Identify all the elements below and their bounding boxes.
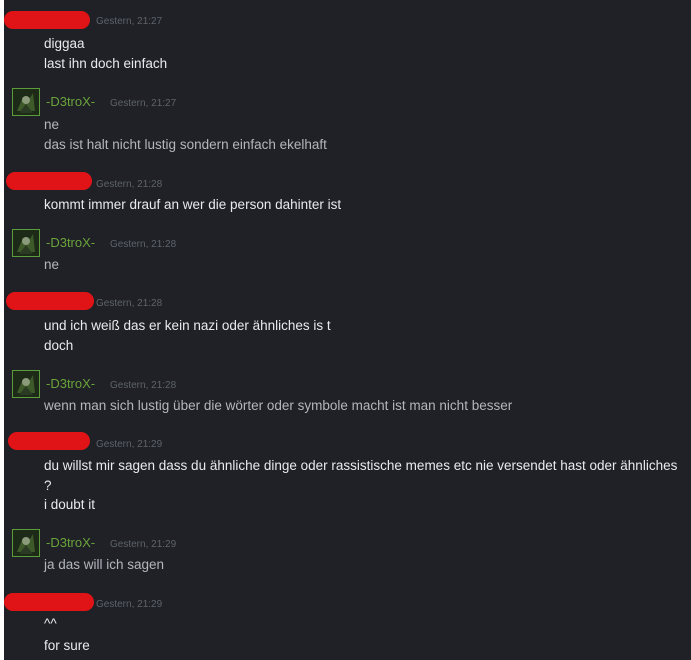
message-text: ne xyxy=(44,117,60,132)
message-timestamp: Gestern, 21:28 xyxy=(110,380,177,391)
message-text: ^^ xyxy=(44,616,57,631)
message-text: i doubt it xyxy=(44,497,96,512)
message-text: wenn man sich lustig über die wörter ode… xyxy=(44,398,513,413)
message-timestamp: Gestern, 21:28 xyxy=(110,239,177,250)
message-timestamp: Gestern, 21:28 xyxy=(96,298,163,309)
avatar[interactable] xyxy=(12,529,40,557)
avatar[interactable] xyxy=(12,370,40,398)
message-timestamp: Gestern, 21:28 xyxy=(96,179,163,190)
message-text: du willst mir sagen dass du ähnliche din… xyxy=(44,458,678,493)
message-text: ja das will ich sagen xyxy=(44,557,165,572)
message-author[interactable]: -D3troX- xyxy=(46,94,95,109)
message-text: diggaa xyxy=(44,36,85,51)
message-author[interactable]: -D3troX- xyxy=(46,376,95,391)
redacted-username xyxy=(6,172,92,190)
redacted-username xyxy=(4,593,94,611)
redacted-username xyxy=(6,292,94,310)
chat-log: Gestern, 21:27 diggaa last ihn doch einf… xyxy=(4,0,691,660)
message-text: kommt immer drauf an wer die person dahi… xyxy=(44,197,342,212)
message-text: das ist halt nicht lustig sondern einfac… xyxy=(44,137,327,152)
message-text: last ihn doch einfach xyxy=(44,56,168,71)
message-timestamp: Gestern, 21:29 xyxy=(110,539,177,550)
avatar-image-icon xyxy=(13,371,39,397)
message-timestamp: Gestern, 21:29 xyxy=(96,439,163,450)
avatar-image-icon xyxy=(13,89,39,115)
message-timestamp: Gestern, 21:29 xyxy=(96,599,163,610)
message-text: und ich weiß das er kein nazi oder ähnli… xyxy=(44,318,331,333)
message-text: for sure xyxy=(44,638,90,653)
redacted-username xyxy=(8,432,90,450)
redacted-username xyxy=(4,11,90,29)
message-text: ne xyxy=(44,257,60,272)
avatar[interactable] xyxy=(12,229,40,257)
avatar[interactable] xyxy=(12,88,40,116)
message-author[interactable]: -D3troX- xyxy=(46,235,95,250)
avatar-image-icon xyxy=(13,530,39,556)
avatar-image-icon xyxy=(13,230,39,256)
message-author[interactable]: -D3troX- xyxy=(46,535,95,550)
message-timestamp: Gestern, 21:27 xyxy=(96,16,163,27)
message-timestamp: Gestern, 21:27 xyxy=(110,98,177,109)
message-text: doch xyxy=(44,338,74,353)
